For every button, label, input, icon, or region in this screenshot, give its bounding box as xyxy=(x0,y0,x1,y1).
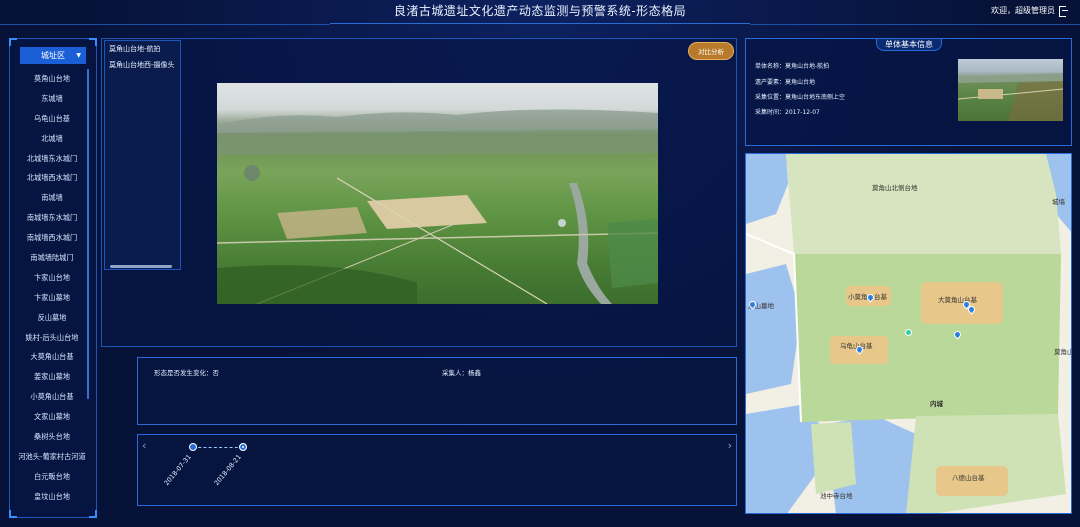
detail-thumbnail[interactable] xyxy=(958,59,1063,121)
map-label: 莫角山北侧台地 xyxy=(872,184,918,192)
prev-arrow-icon[interactable]: ‹ xyxy=(142,439,146,452)
site-item[interactable]: 卞家山台地 xyxy=(10,268,94,288)
sidebar-scrollbar[interactable] xyxy=(87,69,89,399)
detail-time: 采集时间：2017-12-07 xyxy=(755,109,820,116)
thumbnail-drawing xyxy=(958,73,1063,121)
map-label: 城墙 xyxy=(1052,198,1065,206)
region-select-label: 城址区 xyxy=(41,51,65,60)
layer-item[interactable]: 莫角山台地西-摄像头 xyxy=(105,57,180,73)
site-list: 莫角山台地 东城墙 乌龟山台基 北城墙 北城墙东水城门 北城墙西水城门 南城墙 … xyxy=(10,69,94,507)
site-item[interactable]: 桑树头台地 xyxy=(10,427,94,447)
corner-decoration xyxy=(9,38,17,46)
timeline-point-active[interactable] xyxy=(239,443,247,451)
detail-panel: 单体基本信息 单体名称：莫角山台地-航拍 遗产要素：莫角山台地 采集位置：莫角山… xyxy=(745,38,1072,146)
site-map[interactable]: 莫角山北侧台地 城墙 小莫角山台基 大莫角山台基 乌龟山台基 内城 反山墓地 莫… xyxy=(745,153,1072,514)
site-item[interactable]: 北城墙 xyxy=(10,129,94,149)
site-item[interactable]: 皇坟山台地 xyxy=(10,487,94,507)
site-item[interactable]: 姜家山墓地 xyxy=(10,367,94,387)
chevron-down-icon: ▼ xyxy=(76,52,81,59)
image-viewer: 莫角山台地-航拍 莫角山台地西-摄像头 对比分析 xyxy=(101,38,737,347)
site-item[interactable]: 大莫角山台基 xyxy=(10,347,94,367)
site-item[interactable]: 北城墙东水城门 xyxy=(10,149,94,169)
corner-decoration xyxy=(89,38,97,46)
logout-icon[interactable] xyxy=(1059,6,1068,17)
corner-decoration xyxy=(9,510,17,518)
current-location-marker-icon[interactable] xyxy=(905,329,912,336)
layer-scrollbar[interactable] xyxy=(110,265,172,268)
timeline-point[interactable] xyxy=(189,443,197,451)
detail-name: 单体名称：莫角山台地-航拍 xyxy=(755,63,830,70)
timeline-track xyxy=(193,447,243,448)
page-title: 良渚古城遗址文化遗产动态监测与预警系统-形态格局 xyxy=(393,4,687,18)
timeline-date: 2018-07-31 xyxy=(162,453,193,488)
site-item[interactable]: 北城墙西水城门 xyxy=(10,168,94,188)
site-item[interactable]: 南城墙东水城门 xyxy=(10,208,94,228)
timeline-date: 2018-08-21 xyxy=(212,453,243,488)
collector: 采集人：杨鑫 xyxy=(442,369,481,377)
aerial-photo-drawing xyxy=(217,109,658,304)
detail-position: 采集位置：莫角山台地东南侧上空 xyxy=(755,94,846,101)
map-label: 莫角山 xyxy=(1054,348,1072,356)
site-item[interactable]: 卞家山墓地 xyxy=(10,288,94,308)
site-item[interactable]: 姚村-后头山台地 xyxy=(10,328,94,348)
site-item[interactable]: 南城墙陆城门 xyxy=(10,248,94,268)
site-item[interactable]: 南城墙西水城门 xyxy=(10,228,94,248)
site-item[interactable]: 河池头-葡家村古河道 xyxy=(10,447,94,467)
aerial-photo xyxy=(217,83,658,304)
map-label: 内城 xyxy=(930,400,943,408)
next-arrow-icon[interactable]: › xyxy=(728,439,732,452)
map-label: 池中寺台地 xyxy=(820,492,853,500)
welcome-text: 欢迎，超级管理员 xyxy=(991,6,1055,15)
layer-list: 莫角山台地-航拍 莫角山台地西-摄像头 xyxy=(104,40,181,270)
info-panel: 形态是否发生变化：否 采集人：杨鑫 xyxy=(137,357,737,425)
header: 良渚古城遗址文化遗产动态监测与预警系统-形态格局 欢迎，超级管理员 xyxy=(0,0,1080,26)
site-item[interactable]: 东城墙 xyxy=(10,89,94,109)
region-select[interactable]: 城址区 ▼ xyxy=(20,47,86,64)
corner-decoration xyxy=(89,510,97,518)
map-label: 大莫角山台基 xyxy=(938,296,977,304)
header-line-right xyxy=(750,24,1080,25)
site-item[interactable]: 乌龟山台基 xyxy=(10,109,94,129)
site-item[interactable]: 文家山墓地 xyxy=(10,407,94,427)
site-sidebar: 城址区 ▼ 莫角山台地 东城墙 乌龟山台基 北城墙 北城墙东水城门 北城墙西水城… xyxy=(9,38,97,518)
site-item[interactable]: 反山墓地 xyxy=(10,308,94,328)
detail-element: 遗产要素：莫角山台地 xyxy=(755,79,816,86)
map-label: 八德山台基 xyxy=(952,474,985,482)
change-status: 形态是否发生变化：否 xyxy=(154,369,219,377)
timeline-panel: ‹ › 2018-07-31 2018-08-21 xyxy=(137,434,737,506)
site-item[interactable]: 南城墙 xyxy=(10,188,94,208)
user-area: 欢迎，超级管理员 xyxy=(991,5,1068,17)
site-item[interactable]: 小莫角山台基 xyxy=(10,387,94,407)
site-item[interactable]: 白元畈台地 xyxy=(10,467,94,487)
header-line-left xyxy=(0,24,330,25)
layer-item[interactable]: 莫角山台地-航拍 xyxy=(105,41,180,57)
site-item[interactable]: 莫角山台地 xyxy=(10,69,94,89)
compare-analysis-button[interactable]: 对比分析 xyxy=(688,42,734,60)
detail-title: 单体基本信息 xyxy=(876,39,942,51)
